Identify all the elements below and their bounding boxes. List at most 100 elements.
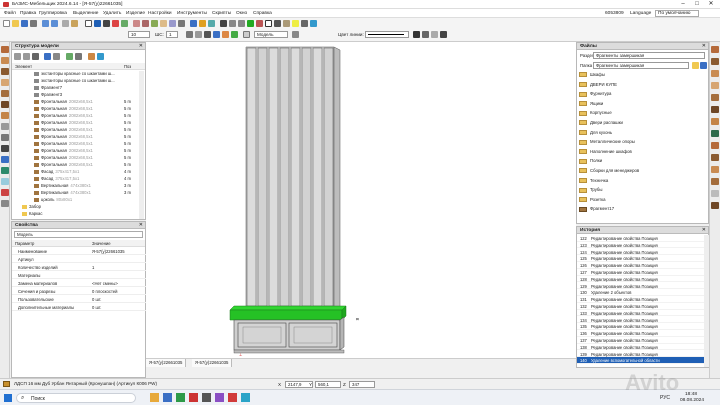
shelf-icon[interactable]: [711, 130, 719, 137]
property-value[interactable]: 1: [92, 265, 94, 270]
folder-item[interactable]: Двери распашки: [579, 120, 623, 128]
filter-tree-icon[interactable]: [32, 53, 39, 60]
taskbar-app-icon[interactable]: [215, 393, 224, 402]
close-icon[interactable]: ✕: [139, 43, 143, 49]
folder-select[interactable]: Фрагменты замершикая: [593, 62, 689, 69]
tree-row[interactable]: Вертикальная 474x380x1 3 m: [34, 190, 131, 196]
drawer-tool-icon[interactable]: [1, 68, 9, 75]
properties-object-select[interactable]: Модель: [14, 231, 143, 238]
folder-item[interactable]: Сборки для менеджеров: [579, 168, 639, 176]
zoom-icon[interactable]: [247, 20, 254, 27]
layer-icon[interactable]: [243, 31, 250, 38]
tree-row[interactable]: Фронтальная 2082x68,5x1 5 m: [34, 120, 131, 126]
windows-start-icon[interactable]: [4, 394, 12, 402]
snap-icon[interactable]: [186, 31, 193, 38]
table-icon[interactable]: [711, 118, 719, 125]
hide-icon[interactable]: [256, 20, 263, 27]
menu-select[interactable]: Выделение: [73, 11, 98, 16]
search-tree-icon[interactable]: [44, 53, 51, 60]
history-row[interactable]: 138 Редактирование свойства Позиция: [577, 344, 705, 351]
folder-item[interactable]: Фурнитура: [579, 91, 611, 99]
history-row[interactable]: 122 Редактирование свойства Позиция: [577, 235, 705, 242]
history-row[interactable]: 129 Редактирование свойства Позиция: [577, 283, 705, 290]
light-icon[interactable]: [292, 20, 299, 27]
filter-icon[interactable]: [292, 31, 299, 38]
size-select[interactable]: 10: [128, 31, 150, 38]
report-icon[interactable]: [208, 20, 215, 27]
wireframe-icon[interactable]: [265, 20, 272, 27]
tree-row[interactable]: Фронтальная 2082x68,5x1 5 m: [34, 148, 131, 154]
menu-window[interactable]: Окно: [236, 11, 247, 16]
plane-icon[interactable]: [222, 31, 229, 38]
hatch-icon[interactable]: [431, 31, 438, 38]
layer-color-icon[interactable]: [231, 31, 238, 38]
grid-icon[interactable]: [195, 31, 202, 38]
info-icon[interactable]: [97, 53, 104, 60]
settings-icon[interactable]: [75, 53, 82, 60]
property-row[interactable]: Материалы: [12, 272, 148, 279]
taskbar-app-icon[interactable]: [163, 393, 172, 402]
tree-row[interactable]: Фронтальная 2082x68,5x1 5 m: [34, 134, 131, 140]
taskbar-app-icon[interactable]: [228, 393, 237, 402]
column-element[interactable]: Элемент: [15, 64, 32, 69]
property-value[interactable]: Я-57(у)22661035: [92, 249, 125, 254]
shelf-tool-icon[interactable]: [1, 79, 9, 86]
kitchen-icon[interactable]: [711, 94, 719, 101]
paste-icon[interactable]: [71, 20, 78, 27]
tree-row[interactable]: цоколь 80x80x1: [34, 197, 72, 203]
view-front-icon[interactable]: [229, 20, 236, 27]
model-select[interactable]: Модель: [254, 31, 288, 38]
line-width-icon[interactable]: [422, 31, 429, 38]
sort-icon[interactable]: [53, 53, 60, 60]
panel-icon[interactable]: [133, 20, 140, 27]
history-row[interactable]: 126 Редактирование свойства Позиция: [577, 262, 705, 269]
maximize-button[interactable]: □: [692, 1, 702, 8]
open-folder-icon[interactable]: [12, 20, 19, 27]
history-row[interactable]: 132 Редактирование свойства Позиция: [577, 303, 705, 310]
text-icon[interactable]: [440, 31, 447, 38]
folder-item[interactable]: Фрагмент17: [579, 206, 614, 214]
box-icon[interactable]: [142, 20, 149, 27]
menu-help[interactable]: Справка: [253, 11, 272, 16]
menu-group[interactable]: Группировка: [39, 11, 67, 16]
refresh-icon[interactable]: [700, 62, 707, 69]
section-select[interactable]: Фрагменты замершикая: [593, 52, 705, 59]
chair-icon[interactable]: [711, 166, 719, 173]
taskbar-app-icon[interactable]: [189, 393, 198, 402]
panel-tool-icon[interactable]: [1, 57, 9, 64]
mirror-icon[interactable]: [121, 20, 128, 27]
close-icon[interactable]: ✕: [702, 227, 706, 233]
handle-tool-icon[interactable]: [1, 156, 9, 163]
tree-row[interactable]: Забор: [22, 204, 43, 210]
language-menu[interactable]: Language: [630, 11, 651, 16]
save-icon[interactable]: [21, 20, 28, 27]
taskbar-search[interactable]: ⌕ Поиск: [16, 393, 136, 403]
history-row[interactable]: 135 Редактирование свойства Позиция: [577, 323, 705, 330]
print-icon[interactable]: [30, 20, 37, 27]
taskbar-app-icon[interactable]: [176, 393, 185, 402]
folder-item[interactable]: Техничка: [579, 178, 608, 186]
y-coordinate[interactable]: 560,1: [315, 381, 341, 388]
group-icon[interactable]: [66, 53, 73, 60]
taskbar-app-icon[interactable]: [241, 393, 250, 402]
new-file-icon[interactable]: [3, 20, 10, 27]
sofa-icon[interactable]: [711, 178, 719, 185]
tab-model-1[interactable]: Я-57(у)22661035: [146, 359, 187, 367]
history-row[interactable]: 125 Редактирование свойства Позиция: [577, 255, 705, 262]
property-row[interactable]: Артикул: [12, 256, 148, 263]
menu-settings[interactable]: Настройки: [148, 11, 172, 16]
close-icon[interactable]: ✕: [702, 43, 706, 49]
wardrobe-icon[interactable]: [711, 106, 719, 113]
history-row[interactable]: 127 Редактирование свойства Позиция: [577, 269, 705, 276]
menu-scripts[interactable]: Скрипты: [212, 11, 231, 16]
tree-row[interactable]: Фасад 375x417,5x1 4 m: [34, 169, 131, 175]
cursor-icon[interactable]: [85, 20, 92, 27]
edge-tool-icon[interactable]: [1, 189, 9, 196]
tree-row[interactable]: Фрагмент7: [34, 85, 64, 91]
layout-select[interactable]: По умолчанию: [655, 10, 700, 17]
history-row[interactable]: 128 Редактирование свойства Позиция: [577, 276, 705, 283]
tree-row[interactable]: экстанторы красные со шкантами ш...: [34, 71, 117, 77]
light-icon-r[interactable]: [711, 202, 719, 209]
hinge-tool-icon[interactable]: [1, 145, 9, 152]
history-row[interactable]: 124 Редактирование свойства Позиция: [577, 249, 705, 256]
